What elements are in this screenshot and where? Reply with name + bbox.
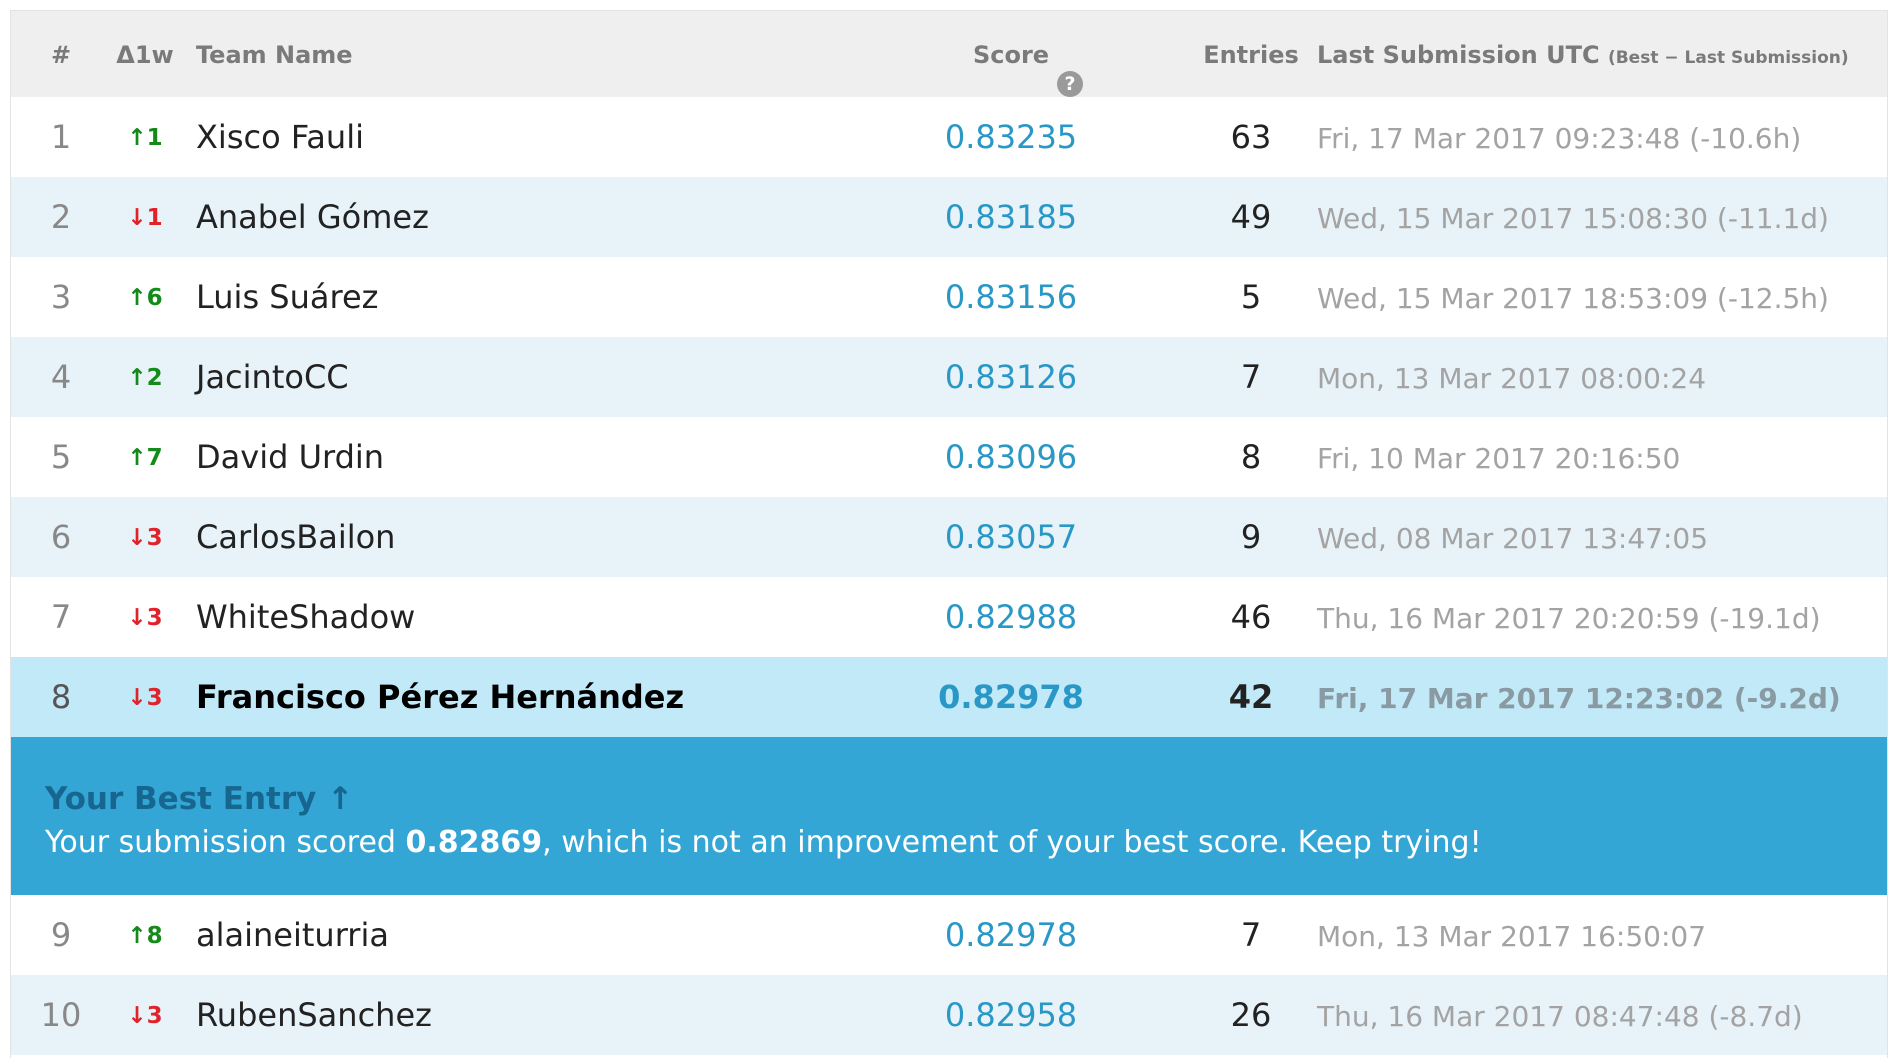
team-name-link[interactable]: CarlosBailon <box>196 517 395 557</box>
rank-cell: 8 <box>50 678 72 716</box>
rank-cell: 4 <box>50 358 72 396</box>
notice-message: Your submission scored 0.82869, which is… <box>45 825 1482 860</box>
leaderboard: # Δ1w Team Name Score? Entries Last Subm… <box>10 10 1888 1058</box>
score-cell: 0.82958 <box>944 996 1078 1034</box>
notice-msg-prefix: Your submission scored <box>45 825 406 860</box>
score-cell: 0.83126 <box>944 358 1078 396</box>
leaderboard-header: # Δ1w Team Name Score? Entries Last Subm… <box>11 11 1887 97</box>
team-name-link[interactable]: JacintoCC <box>196 357 349 397</box>
team-name-link[interactable]: alaineiturria <box>196 915 389 955</box>
last-submission-cell: Fri, 17 Mar 2017 12:23:02 (-9.2d) <box>1317 682 1841 715</box>
last-submission-cell: Fri, 17 Mar 2017 09:23:48 (-10.6h) <box>1317 122 1802 155</box>
team-name-link[interactable]: RubenSanchez <box>196 995 432 1035</box>
rank-cell: 1 <box>50 118 72 156</box>
header-team-name[interactable]: Team Name <box>196 41 353 69</box>
rank-cell: 10 <box>40 996 82 1034</box>
last-submission-cell: Wed, 15 Mar 2017 18:53:09 (-12.5h) <box>1317 282 1829 315</box>
rank-cell: 9 <box>50 916 72 954</box>
help-icon[interactable]: ? <box>1057 71 1084 97</box>
team-name-link[interactable]: Xisco Fauli <box>196 117 364 157</box>
rank-cell: 5 <box>50 438 72 476</box>
score-cell: 0.83057 <box>944 518 1078 556</box>
score-cell: 0.82978 <box>938 678 1084 716</box>
rank-cell: 2 <box>50 198 72 236</box>
table-row: 6 ↓3 CarlosBailon 0.83057 9 Wed, 08 Mar 2017 … <box>11 497 1887 577</box>
table-row: 9 ↑8 alaineiturria 0.82978 7 Mon, 13 Mar 2017… <box>11 895 1887 975</box>
table-row: 4 ↑2 JacintoCC 0.83126 7 Mon, 13 Mar 2017 08:… <box>11 337 1887 417</box>
header-delta: Δ1w <box>116 41 174 69</box>
delta-cell: ↑7 <box>127 445 163 471</box>
rank-cell: 6 <box>50 518 72 556</box>
delta-cell: ↓3 <box>127 1003 163 1029</box>
table-row: 3 ↑6 Luis Suárez 0.83156 5 Wed, 15 Mar 2017 1… <box>11 257 1887 337</box>
leaderboard-rows-top: 1 ↑1 Xisco Fauli 0.83235 6 3 Fri, 17 Mar 2017 … <box>11 97 1887 737</box>
last-submission-cell: Wed, 15 Mar 2017 15:08:30 (-11.1d) <box>1317 202 1829 235</box>
header-score-label: Score <box>972 41 1050 69</box>
score-cell: 0.82978 <box>944 916 1078 954</box>
table-row: 2 ↓1 Anabel Gómez 0.83185 49 Wed, 15 Mar 2017… <box>11 177 1887 257</box>
best-entry-notice: Your Best Entry ↑ Your submission scored… <box>11 737 1887 895</box>
header-score[interactable]: Score? <box>891 41 1131 97</box>
team-name-link[interactable]: Francisco Pérez Hernández <box>196 677 684 717</box>
team-name-link[interactable]: WhiteShadow <box>196 597 415 637</box>
header-rank: # <box>50 41 72 69</box>
delta-cell: ↓3 <box>127 685 163 711</box>
table-row: 7 ↓3 WhiteShadow 0.82988 46 Thu, 16 Mar 2017 … <box>11 577 1887 657</box>
score-cell: 0.83235 <box>944 118 1078 156</box>
last-submission-cell: Thu, 16 Mar 2017 20:20:59 (-19.1d) <box>1317 602 1821 635</box>
header-last-note: (Best − Last Submission) <box>1607 48 1849 68</box>
delta-cell: ↓3 <box>127 605 163 631</box>
rank-cell: 7 <box>50 598 72 636</box>
notice-msg-suffix: , which is not an improvement of your be… <box>542 825 1482 860</box>
notice-title[interactable]: Your Best Entry ↑ <box>45 781 353 817</box>
delta-cell: ↑1 <box>127 125 163 151</box>
rank-cell: 3 <box>50 278 72 316</box>
delta-cell: ↑2 <box>127 365 163 391</box>
score-cell: 0.83156 <box>944 278 1078 316</box>
notice-score: 0.82869 <box>405 825 543 860</box>
delta-cell: ↓3 <box>127 525 163 551</box>
last-submission-cell: Thu, 16 Mar 2017 08:47:48 (-8.7d) <box>1317 1000 1803 1033</box>
header-last-submission[interactable]: Last Submission UTC (Best − Last Submiss… <box>1317 41 1849 69</box>
delta-cell: ↓1 <box>127 205 163 231</box>
delta-cell: ↑6 <box>127 285 163 311</box>
last-submission-cell: Wed, 08 Mar 2017 13:47:05 <box>1317 522 1709 555</box>
header-last-label: Last Submission UTC <box>1317 41 1600 69</box>
table-row-current-user: 8 ↓3 Francisco Pérez Hernández 0.82978 42 Fri… <box>11 657 1887 737</box>
team-name-link[interactable]: Luis Suárez <box>196 277 378 317</box>
team-name-link[interactable]: David Urdin <box>196 437 384 477</box>
last-submission-cell: Mon, 13 Mar 2017 16:50:07 <box>1317 920 1707 953</box>
last-submission-cell: Mon, 13 Mar 2017 08:00:24 <box>1317 362 1707 395</box>
last-submission-cell: Fri, 10 Mar 2017 20:16:50 <box>1317 442 1681 475</box>
table-row: 1 ↑1 Xisco Fauli 0.83235 63 Fri, 17 Mar 2017 … <box>11 97 1887 177</box>
leaderboard-rows-bottom: 9 ↑8 alaineiturria 0.82978 7 Mon, 13 Mar 2017… <box>11 895 1887 1055</box>
team-name-link[interactable]: Anabel Gómez <box>196 197 429 237</box>
delta-cell: ↑8 <box>127 923 163 949</box>
score-cell: 0.83096 <box>944 438 1078 476</box>
score-cell: 0.83185 <box>944 198 1078 236</box>
table-row: 5 ↑7 David Urdin 0.83096 8 Fri, 10 Mar 2017 2… <box>11 417 1887 497</box>
score-cell: 0.82988 <box>944 598 1078 636</box>
table-row: 10 ↓3 RubenSanchez 0.82958 26 Thu, 16 Mar 201… <box>11 975 1887 1055</box>
